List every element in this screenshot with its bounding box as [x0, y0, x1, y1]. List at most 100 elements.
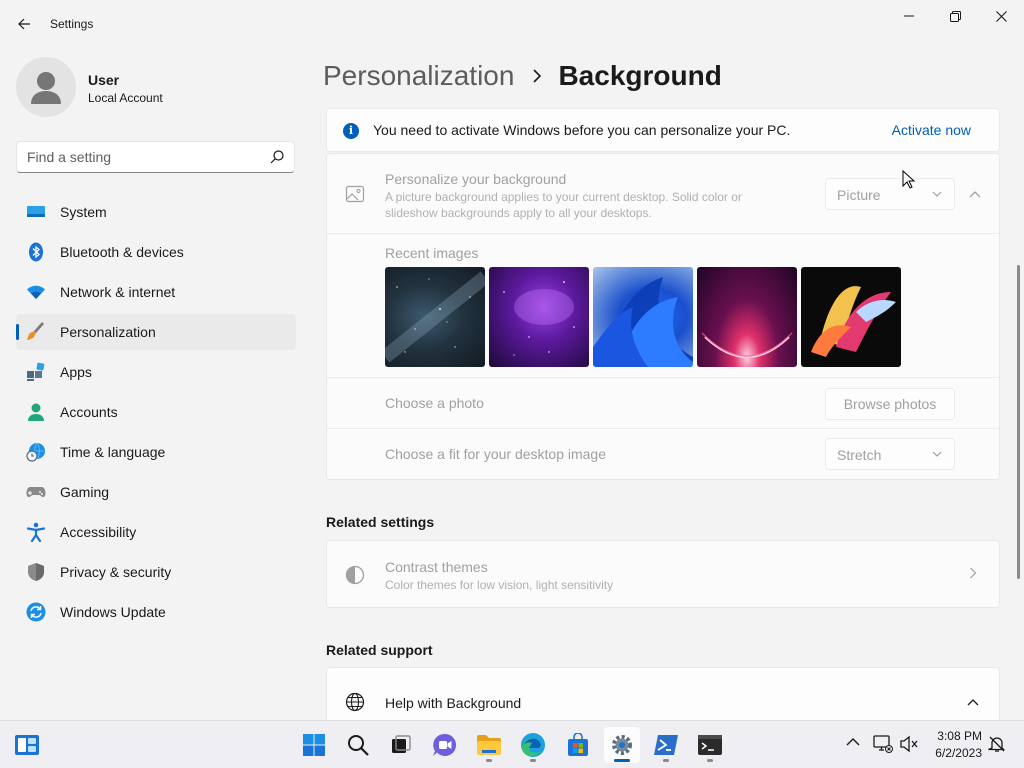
sidebar-item-windows-update[interactable]: Windows Update [16, 594, 296, 630]
choose-photo-row: Choose a photo Browse photos [327, 378, 999, 429]
settings-taskbar-button[interactable] [604, 727, 640, 763]
chevron-up-icon[interactable] [965, 186, 985, 202]
sidebar-item-label: Network & internet [60, 284, 176, 300]
fit-value: Stretch [837, 447, 882, 463]
recent-images-label: Recent images [385, 245, 479, 261]
contrast-icon [345, 565, 365, 585]
person-icon [26, 402, 46, 422]
contrast-themes-title: Contrast themes [385, 559, 488, 575]
personalize-background-header[interactable]: Personalize your background A picture ba… [327, 154, 999, 234]
recent-images-row: Recent images [327, 234, 999, 378]
sidebar-item-label: System [60, 204, 107, 220]
notifications-icon[interactable] [988, 735, 1006, 753]
settings-icon [612, 735, 632, 755]
volume-muted-icon[interactable] [899, 735, 919, 753]
maximize-button[interactable] [932, 0, 978, 32]
recent-image-thumbnail[interactable] [593, 267, 693, 367]
choose-fit-row: Choose a fit for your desktop image Stre… [327, 429, 999, 479]
clock-time[interactable]: 3:08 PM [936, 729, 982, 743]
close-icon [995, 10, 1007, 22]
page-title: Background [558, 60, 722, 91]
search-box[interactable] [16, 141, 295, 173]
paintbrush-icon [26, 322, 46, 342]
related-settings-heading: Related settings [326, 514, 435, 530]
update-icon [26, 602, 46, 622]
search-input[interactable] [27, 142, 267, 172]
show-hidden-icons-icon[interactable] [846, 737, 860, 746]
network-icon[interactable] [873, 735, 893, 753]
recent-image-thumbnail[interactable] [385, 267, 485, 367]
edge-button[interactable] [515, 727, 551, 763]
sidebar-item-bluetooth[interactable]: Bluetooth & devices [16, 234, 296, 270]
background-type-dropdown[interactable]: Picture [825, 178, 955, 210]
task-view-button[interactable] [383, 727, 419, 763]
scrollbar-thumb[interactable] [1017, 265, 1020, 579]
terminal-button[interactable] [692, 727, 728, 763]
chat-button[interactable] [427, 727, 463, 763]
fit-dropdown[interactable]: Stretch [825, 438, 955, 470]
sidebar-item-accessibility[interactable]: Accessibility [16, 514, 296, 550]
edge-icon [521, 733, 545, 757]
sidebar-item-network[interactable]: Network & internet [16, 274, 296, 310]
start-icon [303, 734, 325, 756]
browse-photos-button[interactable]: Browse photos [825, 388, 955, 420]
globe-icon [345, 692, 365, 712]
recent-image-thumbnail[interactable] [697, 267, 797, 367]
store-button[interactable] [560, 727, 596, 763]
minimize-button[interactable] [886, 0, 932, 32]
sidebar-item-gaming[interactable]: Gaming [16, 474, 296, 510]
taskbar: 3:08 PM 6/2/2023 [0, 720, 1024, 768]
sidebar-item-label: Gaming [60, 484, 110, 500]
running-indicator [663, 759, 669, 762]
running-indicator [486, 759, 492, 762]
profile-name: User [88, 72, 120, 88]
chevron-up-icon[interactable] [967, 698, 979, 706]
sidebar-item-label: Privacy & security [60, 564, 172, 580]
help-with-background-title: Help with Background [385, 695, 522, 711]
related-support-heading: Related support [326, 642, 433, 658]
clock-date[interactable]: 6/2/2023 [928, 746, 982, 760]
sidebar-item-label: Windows Update [60, 604, 166, 620]
profile-account-type: Local Account [88, 91, 163, 105]
chevron-down-icon [932, 451, 942, 457]
sidebar-item-personalization[interactable]: Personalization [16, 314, 296, 350]
search-icon[interactable] [270, 150, 284, 164]
activate-now-link[interactable]: Activate now [892, 122, 971, 138]
choose-photo-label: Choose a photo [385, 395, 484, 411]
breadcrumb-parent[interactable]: Personalization [323, 60, 514, 92]
avatar[interactable] [16, 57, 76, 117]
main-content: i You need to activate Windows before yo… [310, 104, 1014, 720]
sidebar-item-label: Personalization [60, 324, 156, 340]
mouse-cursor-icon [902, 170, 916, 189]
sidebar-item-privacy-security[interactable]: Privacy & security [16, 554, 296, 590]
chat-icon [433, 733, 457, 756]
recent-image-thumbnail[interactable] [489, 267, 589, 367]
window-title: Settings [50, 17, 94, 31]
back-button[interactable] [10, 10, 38, 38]
sidebar-item-accounts[interactable]: Accounts [16, 394, 296, 430]
bluetooth-icon [26, 242, 46, 262]
sidebar-item-label: Accessibility [60, 524, 137, 540]
running-indicator [707, 759, 713, 762]
running-indicator [614, 759, 630, 762]
help-with-background-card[interactable]: Help with Background [326, 667, 1000, 720]
contrast-themes-description: Color themes for low vision, light sensi… [385, 578, 614, 592]
activation-banner: i You need to activate Windows before yo… [326, 108, 1000, 152]
sidebar-item-system[interactable]: System [16, 194, 296, 230]
gamepad-icon [26, 482, 46, 502]
sidebar-item-time-language[interactable]: Time & language [16, 434, 296, 470]
widgets-icon[interactable] [14, 732, 40, 758]
background-type-value: Picture [837, 187, 881, 203]
personalize-background-card: Personalize your background A picture ba… [326, 153, 1000, 480]
powershell-button[interactable] [648, 727, 684, 763]
contrast-themes-card[interactable]: Contrast themes Color themes for low vis… [326, 540, 1000, 608]
recent-image-thumbnail[interactable] [801, 267, 901, 367]
sidebar-item-apps[interactable]: Apps [16, 354, 296, 390]
chevron-right-icon [532, 69, 542, 83]
start-button[interactable] [296, 727, 332, 763]
powershell-icon [654, 735, 678, 755]
file-explorer-button[interactable] [471, 727, 507, 763]
back-arrow-icon [18, 18, 30, 30]
close-button[interactable] [978, 0, 1024, 32]
taskbar-search-button[interactable] [340, 727, 376, 763]
